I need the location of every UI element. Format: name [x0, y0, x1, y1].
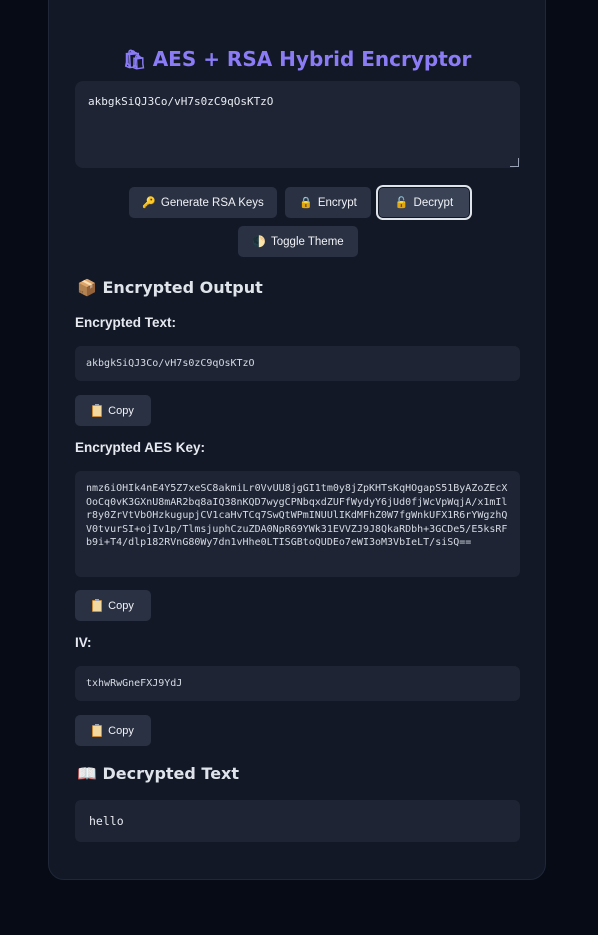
resize-handle[interactable]	[510, 158, 519, 167]
app-title: 🛍 AES + RSA Hybrid Encryptor	[49, 47, 545, 71]
toggle-theme-button[interactable]: 🌓 Toggle Theme	[238, 226, 358, 257]
lock-bag-icon: 🛍	[122, 49, 147, 71]
encrypted-text-value: akbgkSiQJ3Co/vH7s0zC9qOsKTzO	[75, 346, 520, 381]
copy-aes-key-button[interactable]: Copy	[75, 590, 151, 621]
generate-label: Generate RSA Keys	[160, 196, 264, 209]
key-icon: 🔑	[142, 197, 156, 209]
decrypted-text-title: Decrypted Text	[102, 764, 240, 783]
clipboard-icon	[92, 723, 103, 737]
toggle-label: Toggle Theme	[271, 235, 344, 248]
lock-icon: 🔒	[299, 197, 313, 209]
package-icon: 📦	[77, 278, 97, 297]
encrypted-aes-key-label: Encrypted AES Key:	[75, 440, 206, 455]
iv-label: IV:	[75, 635, 92, 650]
decrypted-text-heading: 📖 Decrypted Text	[77, 764, 239, 783]
encrypt-button[interactable]: 🔒 Encrypt	[285, 187, 371, 218]
clipboard-icon	[92, 598, 103, 612]
iv-value: txhwRwGneFXJ9YdJ	[75, 666, 520, 701]
app-title-text: AES + RSA Hybrid Encryptor	[152, 47, 472, 71]
decrypt-button[interactable]: 🔓 Decrypt	[376, 185, 472, 220]
encrypted-output-heading: 📦 Encrypted Output	[77, 278, 263, 297]
copy-label: Copy	[108, 599, 134, 612]
plaintext-input[interactable]	[75, 81, 520, 168]
half-moon-icon: 🌓	[252, 236, 267, 248]
copy-encrypted-text-button[interactable]: Copy	[75, 395, 151, 426]
encrypt-label: Encrypt	[317, 196, 357, 209]
encrypted-output-title: Encrypted Output	[102, 278, 263, 297]
open-book-icon: 📖	[77, 764, 97, 783]
copy-label: Copy	[108, 724, 134, 737]
generate-rsa-keys-button[interactable]: 🔑 Generate RSA Keys	[129, 187, 277, 218]
copy-iv-button[interactable]: Copy	[75, 715, 151, 746]
copy-label: Copy	[108, 404, 134, 417]
encrypted-text-label: Encrypted Text:	[75, 315, 177, 330]
unlock-icon: 🔓	[394, 197, 409, 209]
decrypt-label: Decrypt	[413, 196, 454, 209]
clipboard-icon	[92, 403, 103, 417]
encrypted-aes-key-value: nmz6iOHIk4nE4Y5Z7xeSC8akmiLr0VvUU8jgGI1t…	[75, 471, 520, 577]
decrypted-text-value: hello	[75, 800, 520, 842]
main-card: 🛍AES + RSA Hybrid Encryptor 🔑 Generate R…	[48, 0, 546, 880]
